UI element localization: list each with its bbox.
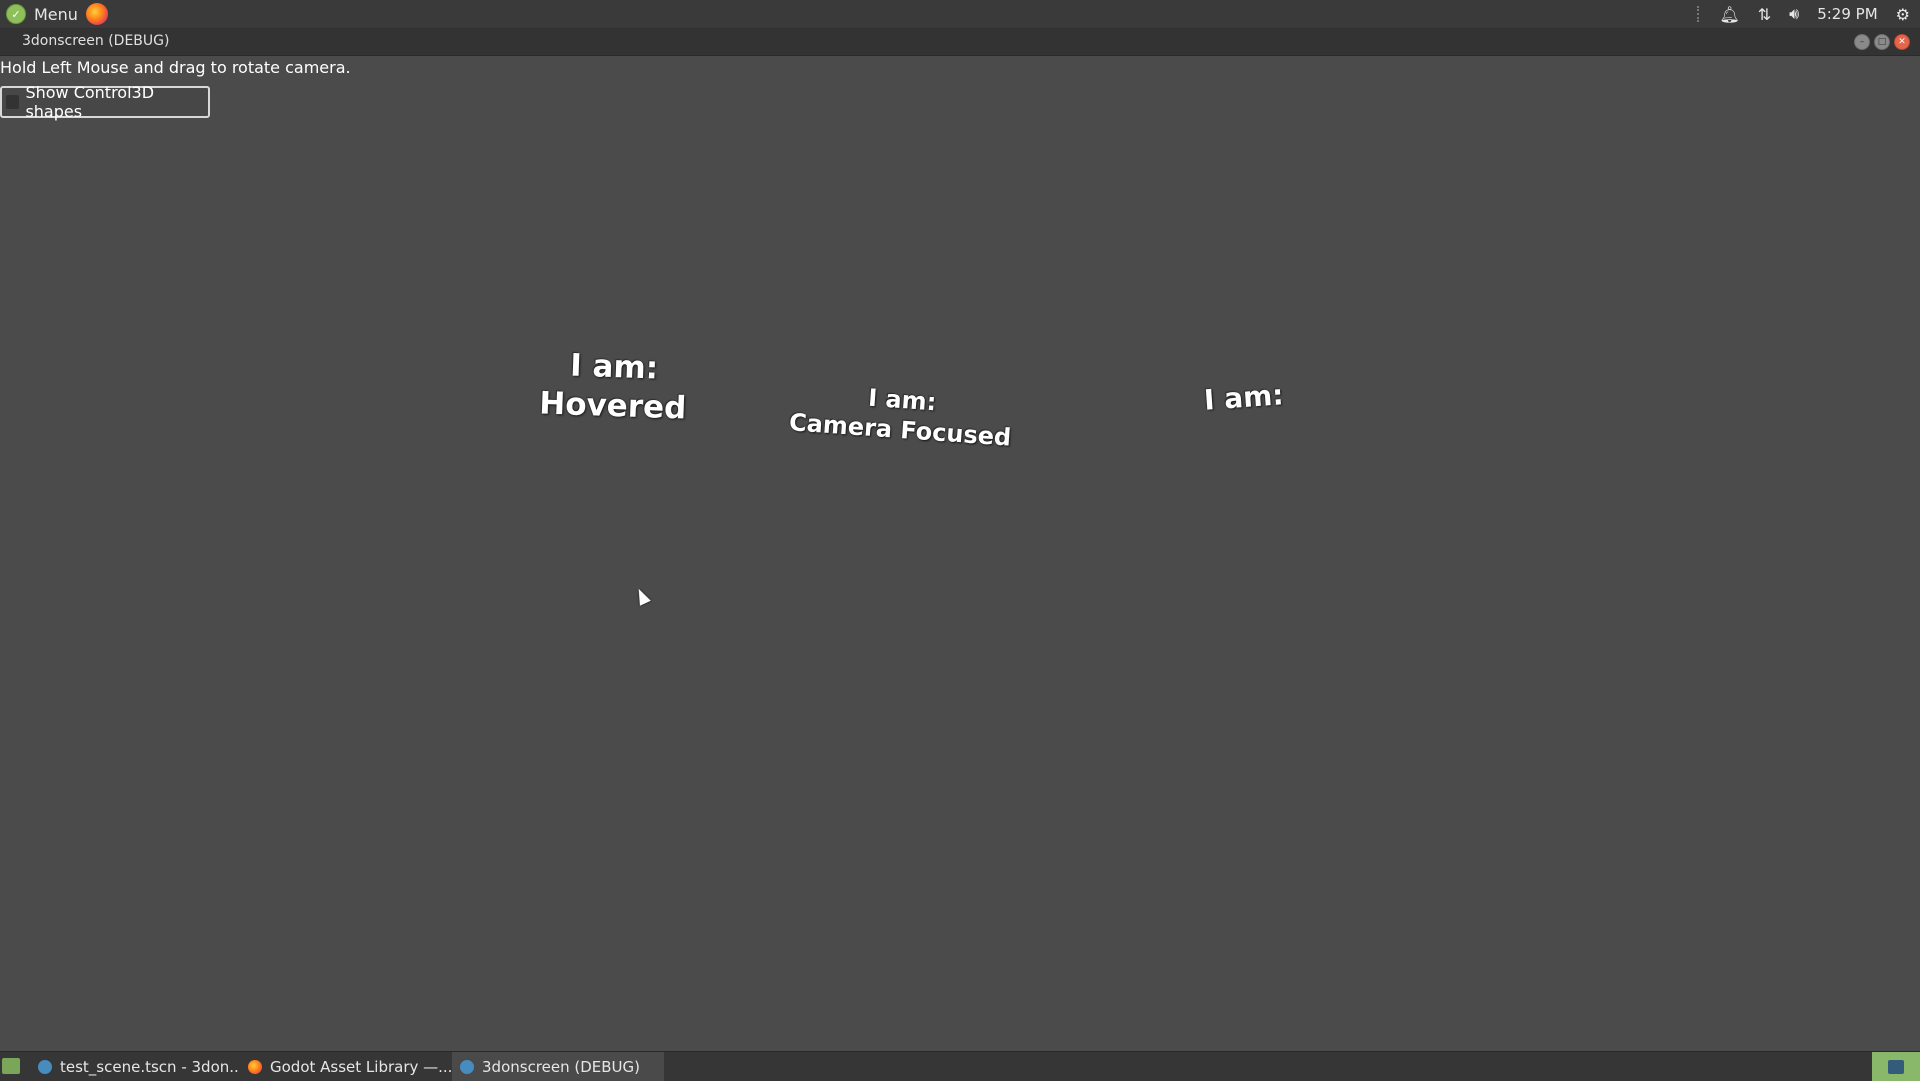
mint-logo-icon: ✓ bbox=[6, 4, 26, 24]
label3d-hovered[interactable]: I am: Hovered bbox=[539, 345, 689, 428]
close-button[interactable]: ✕ bbox=[1894, 34, 1910, 50]
window-title: 3donscreen (DEBUG) bbox=[22, 33, 170, 49]
godot-icon bbox=[38, 1059, 52, 1074]
menu-label: Menu bbox=[34, 4, 78, 24]
taskbar: test_scene.tscn - 3don... Godot Asset Li… bbox=[0, 1051, 1920, 1081]
settings-icon[interactable]: ⚙ bbox=[1896, 5, 1910, 24]
label3d-camera-focused[interactable]: I am: Camera Focused bbox=[788, 377, 1014, 452]
task-label: 3donscreen (DEBUG) bbox=[482, 1057, 641, 1076]
top-panel: ✓ Menu 🔔︎ ⇅ 🔊︎ 5:29 PM ⚙ bbox=[0, 0, 1920, 29]
show-desktop-icon[interactable] bbox=[2, 1058, 20, 1074]
task-label: Godot Asset Library —... bbox=[270, 1057, 452, 1076]
hint-text: Hold Left Mouse and drag to rotate camer… bbox=[0, 58, 351, 77]
bell-icon[interactable]: 🔔︎ bbox=[1719, 5, 1739, 24]
tray-separator bbox=[1697, 6, 1701, 22]
checkbox-label: Show Control3D shapes bbox=[25, 83, 155, 121]
maximize-button[interactable]: □ bbox=[1874, 34, 1890, 50]
volume-icon[interactable]: 🔊︎ bbox=[1789, 4, 1799, 24]
label3d-line1: I am: bbox=[569, 347, 659, 387]
firefox-icon bbox=[248, 1059, 262, 1074]
taskbar-item-test-scene[interactable]: test_scene.tscn - 3don... bbox=[30, 1052, 240, 1081]
network-icon[interactable]: ⇅ bbox=[1758, 5, 1771, 24]
window-controls: – □ ✕ bbox=[1854, 34, 1910, 50]
task-label: test_scene.tscn - 3don... bbox=[60, 1057, 240, 1076]
clock[interactable]: 5:29 PM bbox=[1817, 5, 1877, 23]
taskbar-item-godot-asset-library[interactable]: Godot Asset Library —... bbox=[240, 1052, 452, 1081]
checkbox-box[interactable] bbox=[6, 95, 20, 109]
workspace-switcher[interactable] bbox=[1872, 1052, 1920, 1081]
show-control3d-shapes-checkbox[interactable]: Show Control3D shapes bbox=[0, 83, 210, 121]
mouse-cursor-icon bbox=[633, 586, 651, 606]
minimize-button[interactable]: – bbox=[1854, 34, 1870, 50]
label3d-line1: I am: bbox=[1202, 378, 1285, 417]
godot-icon bbox=[460, 1059, 474, 1074]
system-tray: 🔔︎ ⇅ 🔊︎ 5:29 PM ⚙ bbox=[1697, 0, 1920, 28]
menu-button[interactable]: ✓ Menu bbox=[6, 2, 78, 26]
label3d-plain[interactable]: I am: bbox=[1203, 377, 1285, 417]
window-titlebar[interactable]: 3donscreen (DEBUG) – □ ✕ bbox=[0, 29, 1920, 56]
label3d-line2: Hovered bbox=[538, 385, 687, 427]
firefox-icon[interactable] bbox=[86, 3, 108, 25]
taskbar-item-3donscreen[interactable]: 3donscreen (DEBUG) bbox=[452, 1052, 664, 1081]
workspace-icon bbox=[1888, 1059, 1904, 1074]
